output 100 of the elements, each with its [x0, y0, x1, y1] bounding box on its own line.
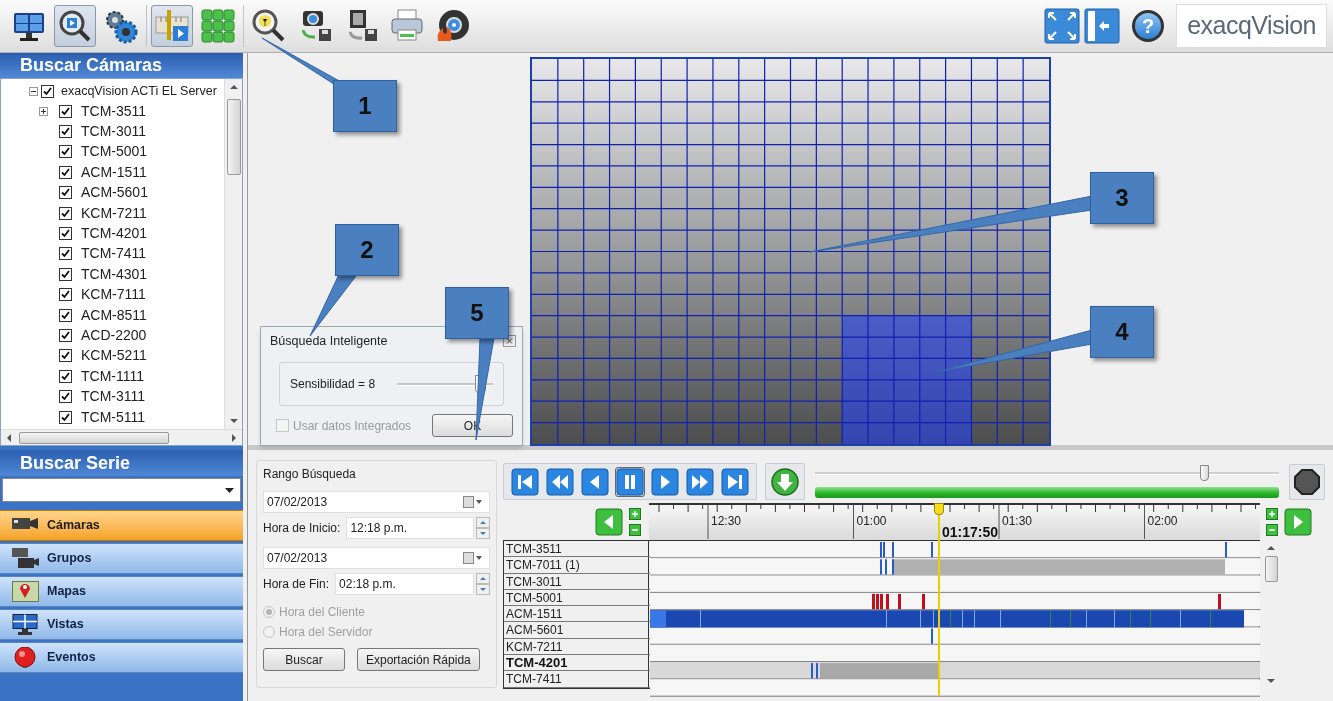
checkbox[interactable]: [59, 288, 72, 302]
checkbox[interactable]: [59, 227, 72, 241]
scroll-down-icon[interactable]: [1267, 678, 1275, 683]
stop-icon[interactable]: [1293, 467, 1321, 496]
skip-start-icon: [511, 467, 539, 496]
search-tool-button[interactable]: [54, 5, 96, 47]
tree-item[interactable]: exacqVision ACTi EL Server: [61, 81, 217, 101]
checkbox[interactable]: [59, 186, 72, 200]
tree-item[interactable]: TCM-4301: [81, 263, 148, 285]
position-slider[interactable]: [815, 465, 1279, 481]
camera-row-label[interactable]: TCM-4201: [504, 655, 649, 671]
zoom-in-icon[interactable]: [629, 507, 641, 520]
camera-row-label[interactable]: TCM-7411: [504, 671, 649, 687]
camera-row-label[interactable]: ACM-5601: [504, 622, 649, 638]
playhead-handle[interactable]: [934, 503, 944, 515]
nav-button[interactable]: Mapas: [0, 576, 243, 607]
checkbox[interactable]: [59, 125, 72, 139]
scroll-up-icon[interactable]: [1267, 546, 1275, 550]
tree-item[interactable]: KCM-5211: [81, 345, 147, 367]
time-field[interactable]: 02:18 p.m.: [335, 573, 474, 595]
right-arrow-button[interactable]: [1284, 507, 1312, 536]
camera-row-label[interactable]: TCM-3511: [504, 541, 649, 557]
nav-button[interactable]: Cámaras: [0, 510, 243, 541]
tree-item[interactable]: ACD-2200: [81, 325, 147, 346]
scroll-thumb[interactable]: [226, 99, 241, 175]
tree-item[interactable]: TCM-4201: [81, 223, 148, 245]
tree-item[interactable]: TCM-3511: [81, 100, 147, 122]
checkbox[interactable]: [59, 165, 72, 179]
timeline-tool-button[interactable]: [151, 5, 193, 47]
checkbox[interactable]: [59, 349, 72, 363]
spinner-icon[interactable]: [476, 573, 490, 595]
calendar-icon[interactable]: [463, 552, 483, 564]
checkbox[interactable]: [41, 84, 54, 98]
time-field[interactable]: 12:18 p.m.: [346, 517, 474, 539]
checkbox[interactable]: [59, 390, 72, 404]
tree-item[interactable]: TCM-3011: [81, 121, 147, 143]
export-button[interactable]: Exportación Rápida: [357, 648, 480, 671]
playhead-time: 01:17:50: [942, 525, 999, 539]
tree-item[interactable]: TCM-1111: [81, 365, 144, 387]
zoom-in-icon[interactable]: [1266, 507, 1278, 520]
checkbox[interactable]: [59, 145, 72, 159]
radio-label: Hora del Servidor: [279, 624, 373, 641]
skip-start-button[interactable]: [510, 466, 540, 497]
scroll-thumb[interactable]: [1264, 556, 1278, 582]
scroll-up-icon[interactable]: [229, 85, 238, 89]
scroll-thumb[interactable]: [19, 431, 169, 444]
date-field[interactable]: 07/02/2013: [263, 491, 490, 513]
panel-toggle-icon[interactable]: [1084, 8, 1121, 44]
checkbox[interactable]: [59, 329, 72, 342]
horizontal-scrollbar[interactable]: [1, 429, 242, 445]
camera-row-label[interactable]: ACM-1511: [504, 606, 649, 622]
fast-forward-button[interactable]: [685, 466, 715, 497]
camera-row-label[interactable]: TCM-3011: [504, 573, 649, 589]
zoom-out-icon[interactable]: [629, 523, 641, 536]
cameras-icon: [12, 548, 39, 569]
tree-item[interactable]: ACM-1511: [81, 161, 147, 183]
checkbox[interactable]: [59, 206, 72, 220]
checkbox[interactable]: [59, 410, 72, 424]
collapse-icon[interactable]: [29, 86, 38, 96]
tree-item[interactable]: ACM-8511: [81, 304, 147, 326]
pause-button[interactable]: [615, 466, 645, 497]
tree-item[interactable]: KCM-7111: [81, 284, 146, 306]
vertical-scrollbar[interactable]: [224, 79, 242, 429]
tree-item[interactable]: TCM-5111: [81, 406, 146, 428]
search-button[interactable]: Buscar: [263, 648, 345, 671]
play-button[interactable]: [650, 466, 680, 497]
nav-button[interactable]: Vistas: [0, 609, 243, 640]
checkbox[interactable]: [59, 369, 72, 383]
zoom-out-icon[interactable]: [1266, 523, 1278, 536]
left-arrow-button[interactable]: [595, 507, 623, 536]
dialog-title: Búsqueda Inteligente: [270, 332, 388, 350]
series-dropdown[interactable]: [2, 478, 241, 502]
motion-grid-drawing[interactable]: [532, 59, 1049, 444]
tree-item[interactable]: ACM-5601: [81, 182, 148, 204]
tree-item[interactable]: KCM-7211: [81, 202, 147, 224]
rewind-button[interactable]: [545, 466, 575, 497]
nav-button[interactable]: Eventos: [0, 642, 243, 673]
skip-end-button[interactable]: [720, 466, 750, 497]
date-field[interactable]: 07/02/2013: [263, 547, 490, 569]
expand-icon[interactable]: [39, 106, 48, 116]
tree-item[interactable]: TCM-7411: [81, 243, 147, 265]
tree-item[interactable]: TCM-5001: [81, 141, 148, 163]
nav-button[interactable]: Grupos: [0, 543, 243, 574]
checkbox[interactable]: [59, 267, 72, 281]
scroll-left-icon[interactable]: [7, 433, 11, 442]
checkbox[interactable]: [59, 308, 72, 322]
scroll-right-icon[interactable]: [232, 433, 236, 442]
camera-row-label[interactable]: TCM-5001: [504, 589, 649, 606]
checkbox[interactable]: [59, 104, 72, 118]
camera-row-label[interactable]: KCM-7211: [504, 638, 649, 655]
spinner-icon[interactable]: [476, 517, 490, 539]
scroll-down-icon[interactable]: [229, 419, 238, 423]
tree-item[interactable]: TCM-3111: [81, 386, 146, 408]
checkbox[interactable]: [59, 247, 72, 261]
step-back-button[interactable]: [580, 466, 610, 497]
calendar-icon[interactable]: [463, 496, 483, 508]
fast-forward-icon: [686, 467, 714, 496]
camera-row-label[interactable]: TCM-7011 (1): [504, 557, 649, 573]
slider-thumb[interactable]: [1199, 465, 1209, 481]
download-icon[interactable]: [770, 466, 800, 497]
